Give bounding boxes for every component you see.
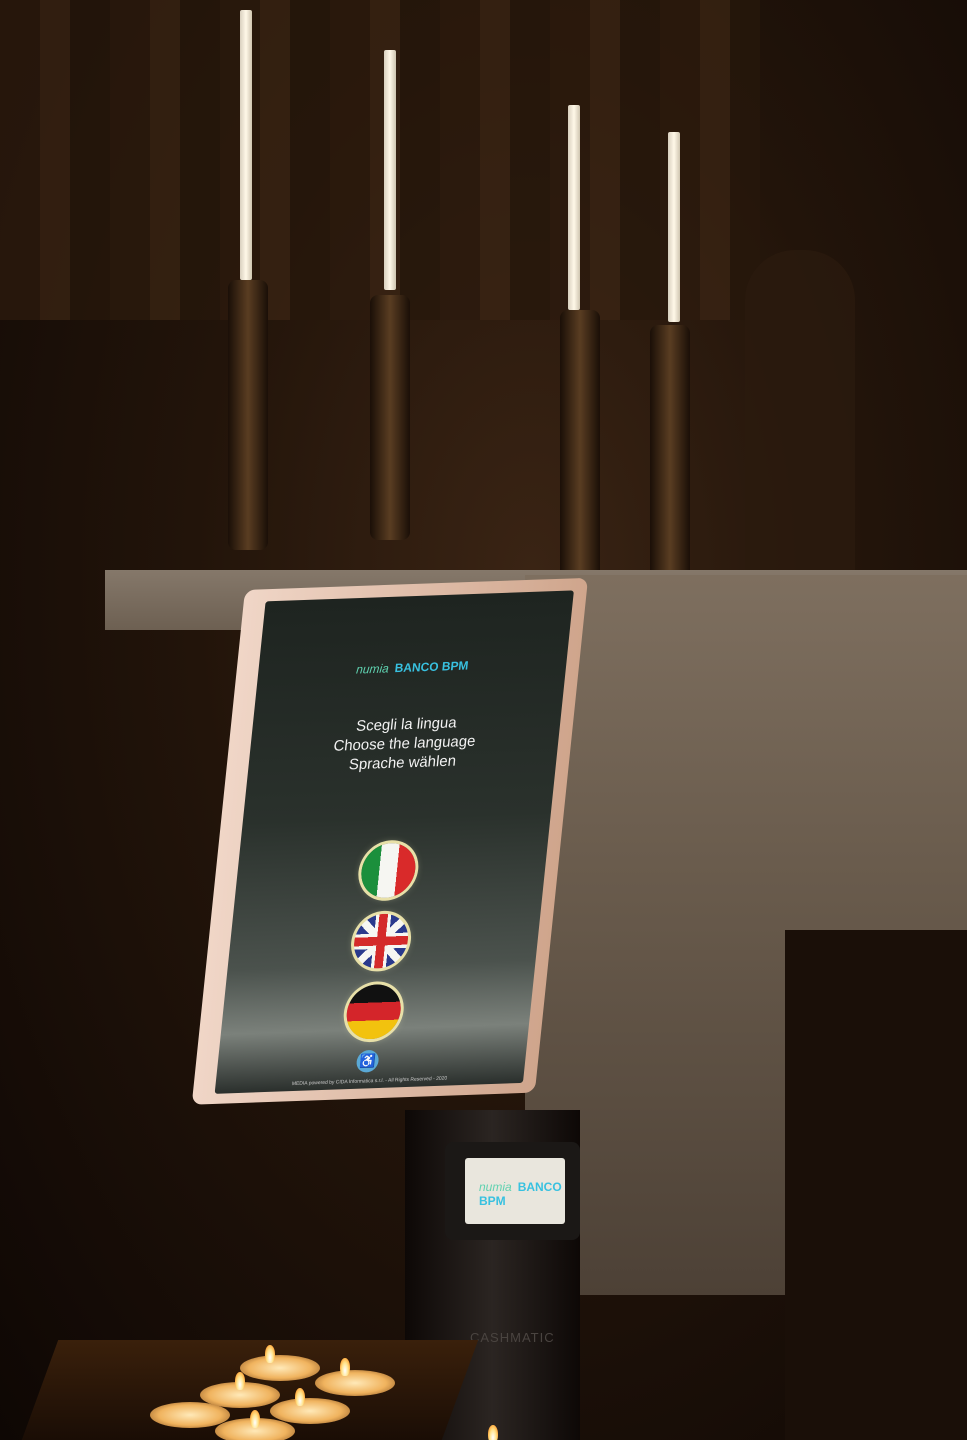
photo-scene: CASHMATIC numia BANCO BPM numia BANCO BPM …: [0, 0, 967, 1440]
german-language-button[interactable]: [344, 983, 404, 1040]
kiosk-frame: numia BANCO BPM Scegli la lingua Choose t…: [191, 577, 589, 1105]
altar-candle: [384, 50, 396, 290]
banco-bpm-logo: BANCO BPM: [394, 658, 470, 676]
candle-flame: [250, 1410, 260, 1428]
accessibility-button[interactable]: ♿: [355, 1049, 380, 1073]
altar-candle: [568, 105, 580, 310]
kiosk-screen: numia BANCO BPM Scegli la lingua Choose t…: [214, 590, 574, 1094]
kiosk-logo: numia BANCO BPM: [257, 653, 567, 682]
statue: [745, 250, 855, 590]
candlestick: [228, 280, 268, 550]
tealight-candle: [270, 1398, 350, 1424]
tealight-candle: [150, 1402, 230, 1428]
carved-wall: [0, 0, 760, 320]
tealight-candle: [240, 1355, 320, 1381]
candlestick: [370, 295, 410, 540]
candle-flame: [295, 1388, 305, 1406]
card-reader-numia-logo: numia: [479, 1180, 512, 1194]
candlestick: [650, 325, 690, 580]
side-table: [785, 930, 967, 1440]
card-reader[interactable]: numia BANCO BPM: [445, 1142, 580, 1240]
english-language-button[interactable]: [351, 912, 411, 970]
tealight-candle: [315, 1370, 395, 1396]
card-reader-screen: numia BANCO BPM: [465, 1158, 565, 1224]
italian-language-button[interactable]: [358, 842, 419, 899]
numia-logo: numia: [355, 661, 390, 677]
altar-candle: [668, 132, 680, 322]
accessibility-icon: ♿: [358, 1052, 377, 1069]
candlestick: [560, 310, 600, 580]
altar-candle: [240, 10, 252, 280]
candle-flame: [340, 1358, 350, 1376]
stand-brand: CASHMATIC: [470, 1330, 555, 1345]
language-prompt: Scegli la lingua Choose the language Spr…: [247, 709, 561, 777]
candle-flame: [488, 1425, 498, 1440]
candle-flame: [235, 1372, 245, 1390]
candle-flame: [265, 1345, 275, 1363]
kiosk-footer: MEDIA powered by CIDA Informatica s.r.l.…: [291, 1075, 448, 1088]
